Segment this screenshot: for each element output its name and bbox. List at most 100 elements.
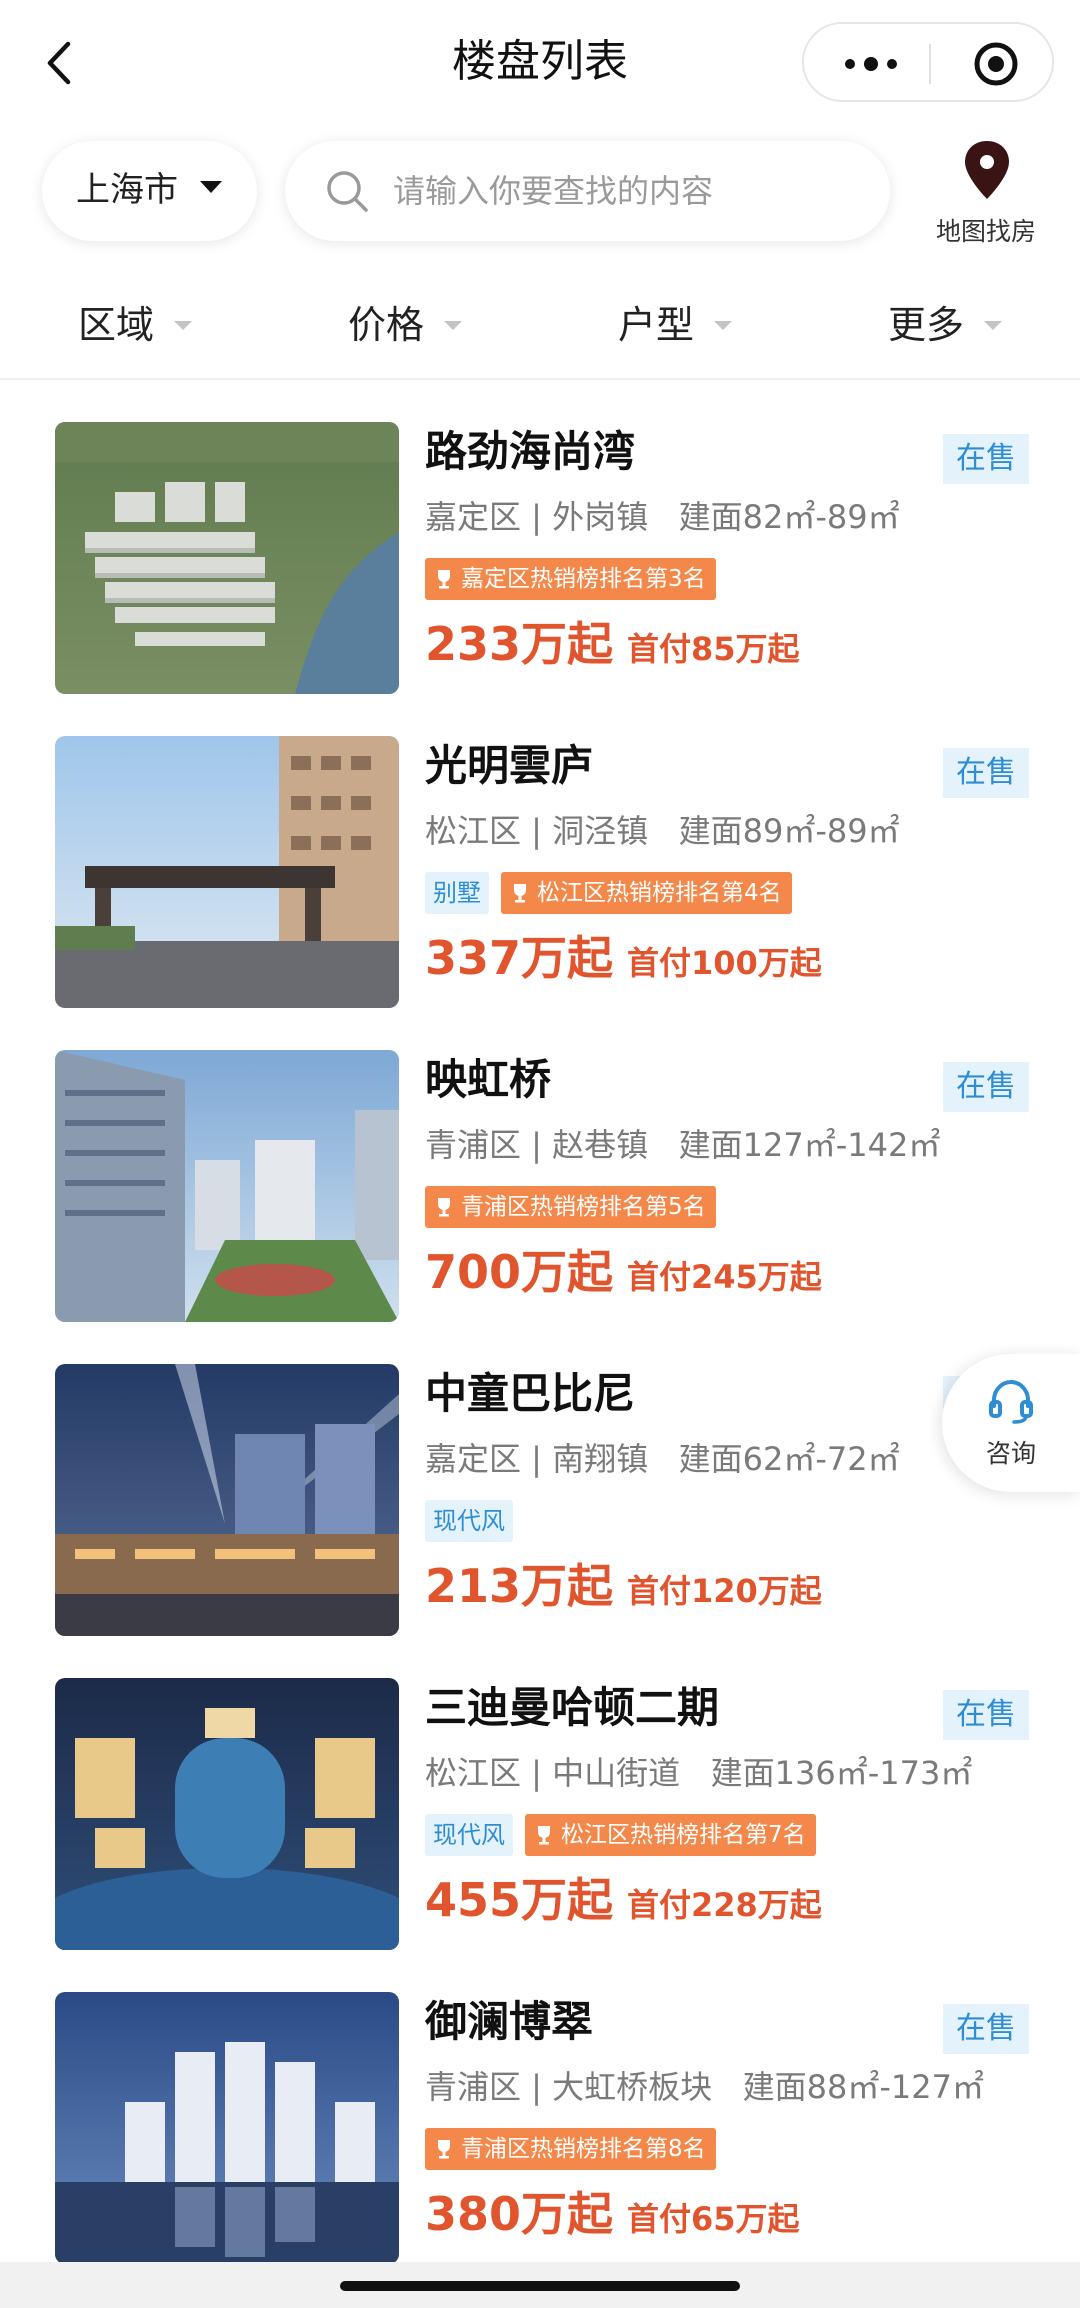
filter-more[interactable]: 更多 xyxy=(888,290,1002,360)
listing-location: 嘉定区 | 南翔镇 建面62㎡-72㎡ xyxy=(425,1435,900,1483)
caret-down-icon xyxy=(714,321,732,330)
listing-card[interactable]: 映虹桥 在售 青浦区 | 赵巷镇 建面127㎡-142㎡ 青浦区热销榜排名第5名… xyxy=(55,1028,1045,1322)
listing-area: 建面88㎡-127㎡ xyxy=(742,2068,985,2106)
listing-location: 青浦区 | 大虹桥板块 建面88㎡-127㎡ xyxy=(425,2063,984,2111)
listing-down-payment: 首付120万起 xyxy=(627,1572,822,1610)
consult-label: 咨询 xyxy=(985,1439,1036,1468)
search-input[interactable] xyxy=(393,166,863,216)
listing-location: 松江区 | 洞泾镇 建面89㎡-89㎡ xyxy=(425,807,900,855)
status-badge: 在售 xyxy=(943,1690,1029,1740)
listing-location: 嘉定区 | 外岗镇 建面82㎡-89㎡ xyxy=(425,493,900,541)
listing-price: 380万起 xyxy=(425,2187,614,2241)
listing-area: 建面127㎡-142㎡ xyxy=(678,1126,941,1164)
status-badge: 在售 xyxy=(943,748,1029,798)
headset-icon xyxy=(989,1379,1033,1424)
map-search-label: 地图找房 xyxy=(935,217,1036,246)
listing-card[interactable]: 路劲海尚湾 在售 嘉定区 | 外岗镇 建面82㎡-89㎡ 嘉定区热销榜排名第3名… xyxy=(55,400,1045,694)
listing-image xyxy=(55,1050,399,1322)
status-badge: 在售 xyxy=(943,434,1029,484)
style-tag: 现代风 xyxy=(425,1500,513,1542)
nav-bar: 楼盘列表 xyxy=(0,0,1080,125)
rank-tag: 青浦区热销榜排名第8名 xyxy=(425,2128,716,2170)
listing-name: 三迪曼哈顿二期 xyxy=(425,1683,720,1732)
search-icon xyxy=(327,171,368,212)
caret-down-icon xyxy=(984,321,1002,330)
trophy-icon xyxy=(514,884,526,903)
filter-region[interactable]: 区域 xyxy=(78,290,192,360)
listing-name: 路劲海尚湾 xyxy=(425,427,636,476)
listing-tags: 现代风 松江区热销榜排名第7名 xyxy=(425,1814,816,1856)
city-selector[interactable]: 上海市 xyxy=(42,141,257,241)
search-row: 上海市 地图找房 xyxy=(0,125,1080,265)
listing-district: 青浦区 | 大虹桥板块 xyxy=(425,2068,713,2106)
trophy-icon xyxy=(438,2140,450,2159)
listing-district: 嘉定区 | 南翔镇 xyxy=(425,1440,649,1478)
listing-image xyxy=(55,422,399,694)
mini-program-capsule xyxy=(802,22,1054,102)
city-label: 上海市 xyxy=(76,170,178,210)
listing-image xyxy=(55,736,399,1008)
filter-price[interactable]: 价格 xyxy=(348,290,462,360)
listing-name: 光明雲庐 xyxy=(425,741,594,790)
target-icon xyxy=(974,42,1018,86)
listing-district: 松江区 | 洞泾镇 xyxy=(425,812,649,850)
caret-down-icon xyxy=(444,321,462,330)
listing-district: 松江区 | 中山街道 xyxy=(425,1754,681,1792)
listing-image xyxy=(55,1364,399,1636)
listing-card[interactable]: 御澜博翠 在售 青浦区 | 大虹桥板块 建面88㎡-127㎡ 青浦区热销榜排名第… xyxy=(55,1970,1045,2264)
caret-down-icon xyxy=(174,321,192,330)
trophy-icon xyxy=(438,570,450,589)
listing-price: 337万起 xyxy=(425,931,614,985)
rank-tag-label: 青浦区热销榜排名第5名 xyxy=(461,1194,706,1220)
listing-location: 青浦区 | 赵巷镇 建面127㎡-142㎡ xyxy=(425,1121,940,1169)
listing-district: 嘉定区 | 外岗镇 xyxy=(425,498,649,536)
filter-layout[interactable]: 户型 xyxy=(618,290,732,360)
listing-price: 233万起 xyxy=(425,617,614,671)
close-miniprogram-button[interactable] xyxy=(972,40,1020,88)
status-badge: 在售 xyxy=(943,1062,1029,1112)
listing-image xyxy=(55,1678,399,1950)
rank-tag-label: 青浦区热销榜排名第8名 xyxy=(461,2136,706,2162)
rank-tag: 松江区热销榜排名第7名 xyxy=(525,1814,816,1856)
listing-image xyxy=(55,1992,399,2264)
listing-card[interactable]: 中童巴比尼 在售 嘉定区 | 南翔镇 建面62㎡-72㎡ 现代风 213万起 首… xyxy=(55,1342,1045,1636)
listing-price: 213万起 xyxy=(425,1559,614,1613)
rank-tag-label: 松江区热销榜排名第7名 xyxy=(561,1822,806,1848)
trophy-icon xyxy=(438,1198,450,1217)
listing-down-payment: 首付100万起 xyxy=(627,944,822,982)
caret-down-icon xyxy=(200,181,222,193)
rank-tag-label: 松江区热销榜排名第4名 xyxy=(537,880,782,906)
listing-tags: 现代风 xyxy=(425,1500,513,1542)
listing-area: 建面89㎡-89㎡ xyxy=(678,812,900,850)
listing-area: 建面82㎡-89㎡ xyxy=(678,498,900,536)
listing-tags: 青浦区热销榜排名第8名 xyxy=(425,2128,716,2170)
listing-name: 映虹桥 xyxy=(425,1055,552,1104)
listing-tags: 嘉定区热销榜排名第3名 xyxy=(425,558,716,600)
listing-price: 700万起 xyxy=(425,1245,614,1299)
listing-down-payment: 首付228万起 xyxy=(627,1886,822,1924)
search-box[interactable] xyxy=(285,141,890,241)
listing-name: 中童巴比尼 xyxy=(425,1369,636,1418)
listing-area: 建面136㎡-173㎡ xyxy=(710,1754,973,1792)
listing-card[interactable]: 光明雲庐 在售 松江区 | 洞泾镇 建面89㎡-89㎡ 别墅 松江区热销榜排名第… xyxy=(55,714,1045,1008)
listing-location: 松江区 | 中山街道 建面136㎡-173㎡ xyxy=(425,1749,972,1797)
filter-label: 户型 xyxy=(618,303,695,347)
map-pin-icon xyxy=(965,141,1009,199)
listing-card[interactable]: 三迪曼哈顿二期 在售 松江区 | 中山街道 建面136㎡-173㎡ 现代风 松江… xyxy=(55,1656,1045,1950)
more-button[interactable] xyxy=(842,50,900,78)
rank-tag: 嘉定区热销榜排名第3名 xyxy=(425,558,716,600)
trophy-icon xyxy=(538,1826,550,1845)
consult-button[interactable]: 咨询 xyxy=(942,1354,1080,1492)
home-indicator[interactable] xyxy=(340,2281,740,2291)
listing-price: 455万起 xyxy=(425,1873,614,1927)
rank-tag-label: 嘉定区热销榜排名第3名 xyxy=(461,566,706,592)
more-dots-icon xyxy=(845,57,897,71)
filter-label: 价格 xyxy=(348,303,425,347)
listing-down-payment: 首付245万起 xyxy=(627,1258,822,1296)
rank-tag: 青浦区热销榜排名第5名 xyxy=(425,1186,716,1228)
rank-tag: 松江区热销榜排名第4名 xyxy=(501,872,792,914)
map-search-button[interactable]: 地图找房 xyxy=(926,135,1046,255)
listing-down-payment: 首付65万起 xyxy=(627,2200,800,2238)
filter-label: 区域 xyxy=(78,303,155,347)
listing-name: 御澜博翠 xyxy=(425,1997,594,2046)
